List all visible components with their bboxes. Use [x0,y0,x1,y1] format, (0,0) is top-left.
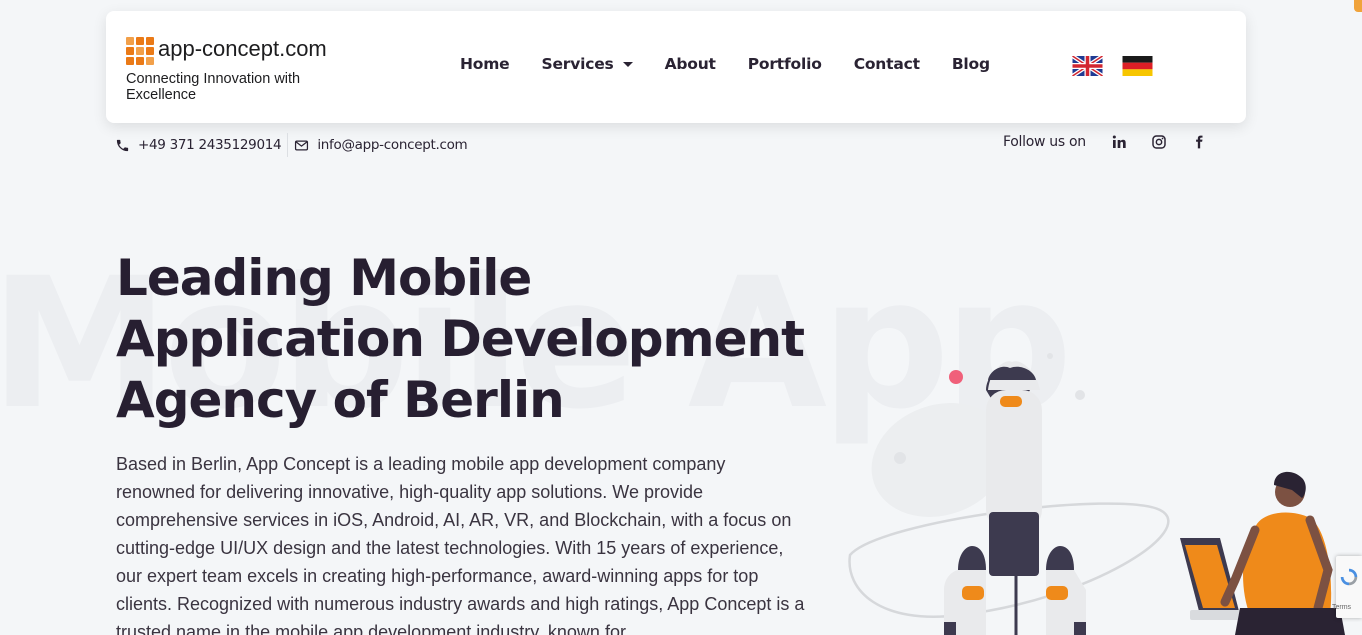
email-address: info@app-concept.com [317,137,468,153]
site-header: app-concept.com Connecting Innovation wi… [106,11,1246,123]
hero-description: Based in Berlin, App Concept is a leadin… [116,454,805,635]
phone-link[interactable]: +49 371 2435129014 [115,137,282,153]
logo-name: app-concept.com [158,36,327,61]
nav-home[interactable]: Home [460,55,510,73]
corner-accent [1354,0,1362,12]
recaptcha-icon [1340,568,1358,586]
email-link[interactable]: info@app-concept.com [294,137,468,153]
logo-grid-icon [126,37,154,65]
nav-blog[interactable]: Blog [952,55,990,73]
main-nav: Home Services About Portfolio Contact Bl… [460,55,1022,73]
nav-portfolio[interactable]: Portfolio [748,55,822,73]
divider [287,133,289,157]
pink-dot-icon [949,370,963,384]
follow-label: Follow us on [1003,134,1086,150]
linkedin-icon[interactable] [1110,133,1128,151]
germany-flag-icon[interactable] [1122,56,1153,76]
mail-icon [295,140,309,150]
logo-tagline: Connecting Innovation with Excellence [126,71,301,103]
contact-bar: +49 371 2435129014 info@app-concept.com [115,133,468,157]
recaptcha-terms[interactable]: Terms [1332,604,1351,611]
facebook-icon[interactable] [1190,133,1208,151]
nav-about[interactable]: About [665,55,716,73]
recaptcha-badge[interactable]: Terms [1332,556,1362,618]
language-switcher [1072,56,1172,76]
uk-flag-icon[interactable] [1072,56,1103,76]
phone-number: +49 371 2435129014 [138,137,282,153]
phone-icon [116,139,129,151]
nav-services[interactable]: Services [541,55,633,73]
nav-contact[interactable]: Contact [854,55,920,73]
hero-title: Leading Mobile Application Development A… [116,249,805,429]
caret-down-icon [622,61,633,67]
social-links: Follow us on [1003,133,1230,151]
instagram-icon[interactable] [1150,133,1168,151]
rocket-illustration [848,353,1345,635]
